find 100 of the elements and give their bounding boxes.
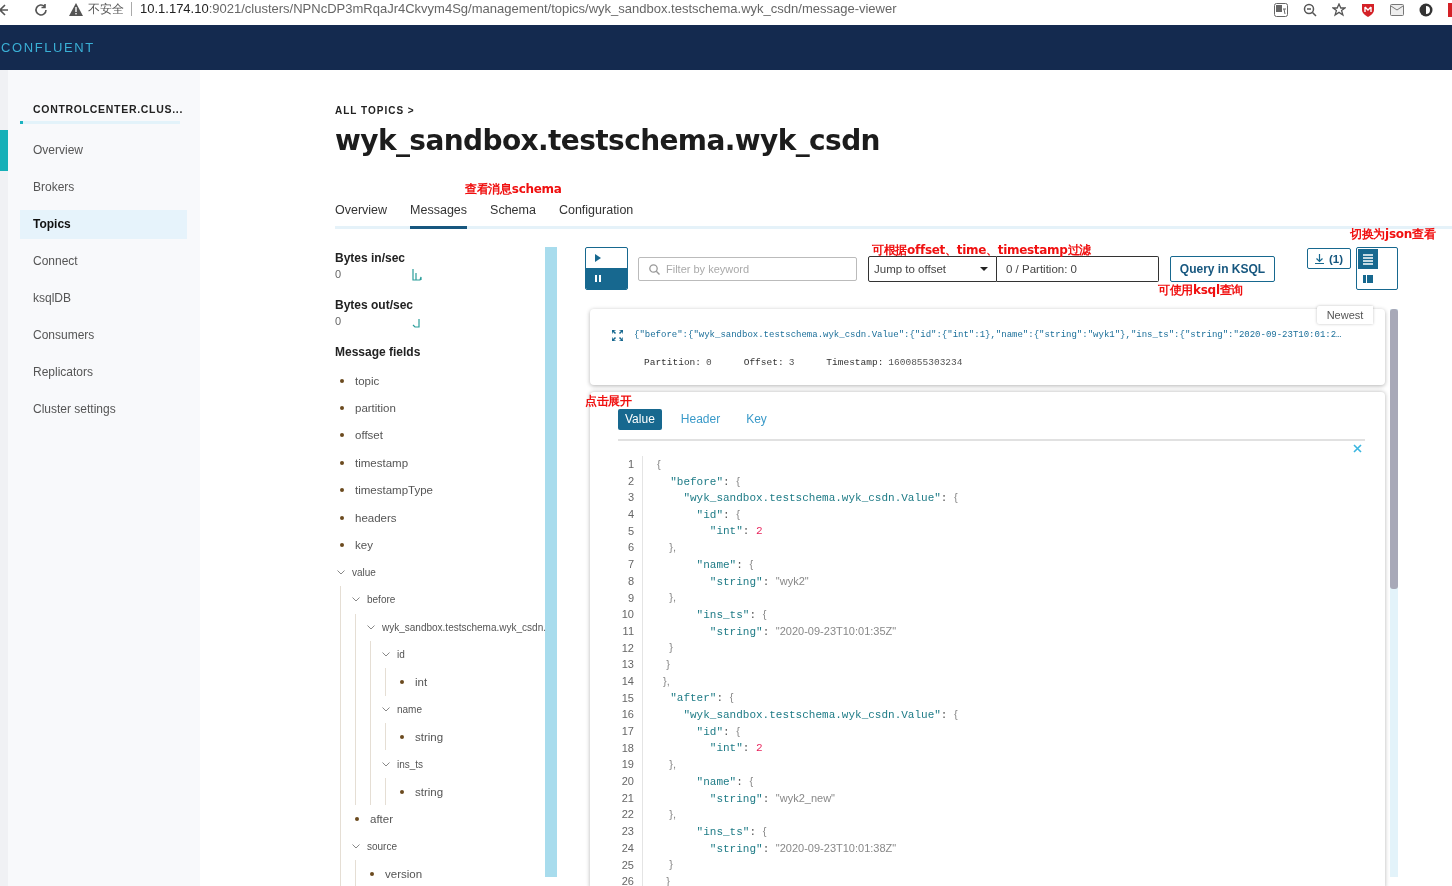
shield-icon[interactable]: [1361, 3, 1375, 17]
tab[interactable]: Overview: [335, 202, 388, 229]
field-name: offset: [355, 429, 383, 442]
chevron-icon[interactable]: [382, 652, 390, 658]
sidebar-item[interactable]: Cluster settings: [20, 395, 187, 424]
metric-value: 0: [335, 314, 343, 328]
sidebar-item[interactable]: Brokers: [20, 173, 187, 202]
pause-button[interactable]: [586, 268, 627, 289]
search-icon: [649, 263, 660, 275]
line-number: 6: [618, 539, 643, 557]
profile-icon[interactable]: [1419, 3, 1433, 17]
field-name[interactable]: source: [367, 840, 397, 852]
code-line: {: [656, 457, 661, 471]
scrollbar[interactable]: [545, 247, 557, 877]
code-line: "string": "2020-09-23T10:01:38Z": [708, 841, 897, 855]
message-json: {"before":{"wyk_sandbox.testschema.wyk_csdn.Value":{"id":{"int":1},"name":{"string":"wyk1"},"ins_ts":{"string":"2020-09-23T10:01:2…: [634, 329, 1342, 342]
line-number: 15: [618, 689, 643, 707]
cluster-name: CONTROLCENTER.CLUS...: [32, 102, 185, 116]
line-number: 9: [618, 589, 643, 607]
metric-label: Bytes in/sec: [335, 251, 407, 265]
expand-icon[interactable]: [612, 330, 623, 341]
translate-icon[interactable]: [1274, 3, 1288, 17]
star-icon[interactable]: [1332, 3, 1346, 17]
scrollbar-thumb[interactable]: [1390, 309, 1398, 589]
bullet-icon: [355, 816, 359, 821]
back-icon[interactable]: [0, 3, 8, 17]
field-name: timestamp: [355, 456, 409, 469]
field-name: partition: [355, 402, 396, 415]
line-number: 19: [618, 756, 643, 774]
code-line: "ins_ts": {: [695, 824, 767, 838]
code-line: },: [668, 758, 676, 772]
line-number: 24: [618, 839, 643, 857]
code-line: },: [662, 674, 670, 688]
field-name: topic: [355, 374, 380, 387]
line-number: 23: [618, 823, 643, 840]
code-line: "string": "wyk2_new": [708, 791, 835, 805]
query-button[interactable]: Query in KSQL: [1170, 256, 1275, 282]
field-name[interactable]: ins_ts: [397, 758, 424, 770]
line-number: 3: [618, 489, 643, 507]
list-view-button[interactable]: [1358, 249, 1378, 269]
sidebar-item[interactable]: Consumers: [20, 321, 187, 350]
field-name[interactable]: wyk_sandbox.testschema.wyk_csdn.: [382, 621, 546, 633]
offset-dropdown[interactable]: Jump to offset: [868, 256, 997, 282]
logo[interactable]: CONFLUENT: [1, 40, 95, 55]
tab[interactable]: Configuration: [558, 202, 634, 229]
bullet-icon: [340, 406, 344, 411]
field-name[interactable]: value: [352, 566, 376, 578]
code-line: },: [668, 591, 676, 605]
bullet-icon: [400, 734, 404, 739]
url-host: 10.1.174.10: [140, 1, 209, 16]
field-name: string: [415, 730, 444, 743]
annotation: 查看消息schema: [465, 182, 562, 196]
meta-value: 1600855303234: [888, 357, 963, 368]
bullet-icon: [370, 871, 374, 876]
code-line: }: [668, 858, 673, 872]
download-button[interactable]: (1): [1307, 248, 1351, 269]
code-line: "id": {: [695, 724, 740, 738]
zoom-icon[interactable]: [1303, 3, 1317, 17]
field-name[interactable]: name: [397, 703, 422, 715]
code-line: "before": {: [669, 474, 740, 488]
tab[interactable]: Value: [618, 409, 662, 430]
field-name: version: [385, 867, 423, 880]
field-name[interactable]: before: [367, 594, 396, 606]
code-line: "name": {: [695, 774, 754, 788]
sidebar-item[interactable]: Overview: [20, 136, 187, 165]
annotation: 切换为json查看: [1350, 227, 1436, 241]
field-name: key: [355, 539, 373, 552]
chevron-icon[interactable]: [352, 597, 360, 603]
tab[interactable]: Schema: [490, 202, 536, 229]
chevron-icon[interactable]: [382, 706, 390, 712]
code-line: },: [668, 541, 676, 555]
sidebar-item[interactable]: Topics: [20, 210, 187, 239]
chevron-icon[interactable]: [337, 569, 345, 575]
field-name: timestampType: [355, 484, 433, 497]
warning-icon: [69, 3, 83, 16]
code-line: "ins_ts": {: [695, 608, 767, 622]
sidebar-item[interactable]: Replicators: [20, 358, 187, 387]
mail-icon[interactable]: [1390, 3, 1404, 17]
chevron-icon[interactable]: [382, 761, 390, 767]
tab[interactable]: Messages: [410, 202, 468, 229]
sidebar-item[interactable]: Connect: [20, 247, 187, 276]
tooltip: Newest: [1317, 306, 1373, 324]
sidebar-item[interactable]: ksqlDB: [20, 284, 187, 313]
caret-icon: [980, 267, 988, 271]
bullet-icon: [340, 488, 344, 493]
breadcrumb-link[interactable]: ALL TOPICS >: [335, 105, 1452, 117]
chevron-icon[interactable]: [367, 624, 375, 630]
bullet-icon: [340, 515, 344, 520]
code-line: },: [668, 808, 676, 822]
code-line: "int": 2: [708, 742, 763, 755]
line-number: 1: [618, 456, 643, 473]
reload-icon[interactable]: [34, 3, 48, 17]
field-name[interactable]: id: [397, 649, 405, 661]
annotation: 可使用ksql查询: [1158, 283, 1244, 297]
line-number: 13: [618, 656, 643, 673]
line-number: 11: [618, 622, 643, 640]
partition-field[interactable]: 0 / Partition: 0: [997, 256, 1159, 282]
filter-field[interactable]: Filter by keyword: [638, 257, 857, 281]
chevron-icon[interactable]: [352, 843, 360, 849]
close-icon[interactable]: [1353, 444, 1362, 453]
